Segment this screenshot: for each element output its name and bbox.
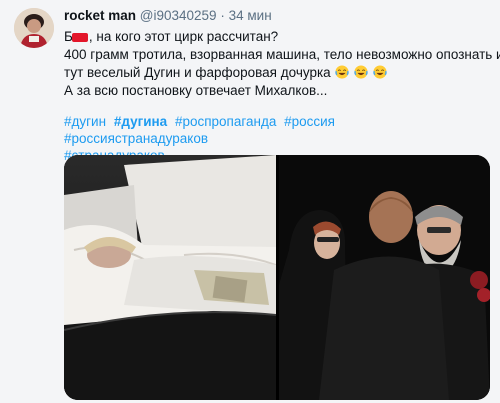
media-photo-2[interactable] [279,155,490,400]
hashtag-link[interactable]: #роспропаганда [175,114,276,129]
text-line-3-content: тут веселый Дугин и фарфоровая дочурка [64,65,331,80]
joy-emoji-icon [335,65,350,79]
media-grid [64,155,490,400]
author-avatar[interactable] [14,8,54,48]
tweet-timestamp[interactable]: 34 мин [229,8,272,23]
tweet-text-line-3: тут веселый Дугин и фарфоровая дочурка [64,64,489,82]
tweet-text: Б, на кого этот цирк рассчитан? 400 грам… [64,28,500,100]
tweet-text-line-2: 400 грамм тротила, взорванная машина, те… [64,47,500,62]
tweet-card: rocket man @i90340259 · 34 мин Б, на ког… [0,0,500,403]
author-handle[interactable]: @i90340259 [140,8,217,23]
tweet-text-line-4: А за всю постановку отвечает Михалков... [64,83,328,98]
hashtag-link[interactable]: #дугина [114,114,167,129]
tweet-text-line-1: Б, на кого этот цирк рассчитан? [64,28,489,46]
text-line-1-rest: , на кого этот цирк рассчитан? [88,29,279,44]
hashtag-link[interactable]: #дугин [64,114,106,129]
hashtag-link[interactable]: #россия [284,114,335,129]
tweet-header: rocket man @i90340259 · 34 мин [64,8,272,23]
media-photo-1[interactable] [64,155,276,400]
joy-emoji-icon [354,65,368,79]
header-separator: · [220,8,225,23]
author-name[interactable]: rocket man [64,8,136,23]
hashtag-link[interactable]: #россиястранадураков [64,131,208,146]
censor-mark [71,32,88,42]
joy-emoji-icon [373,65,387,79]
